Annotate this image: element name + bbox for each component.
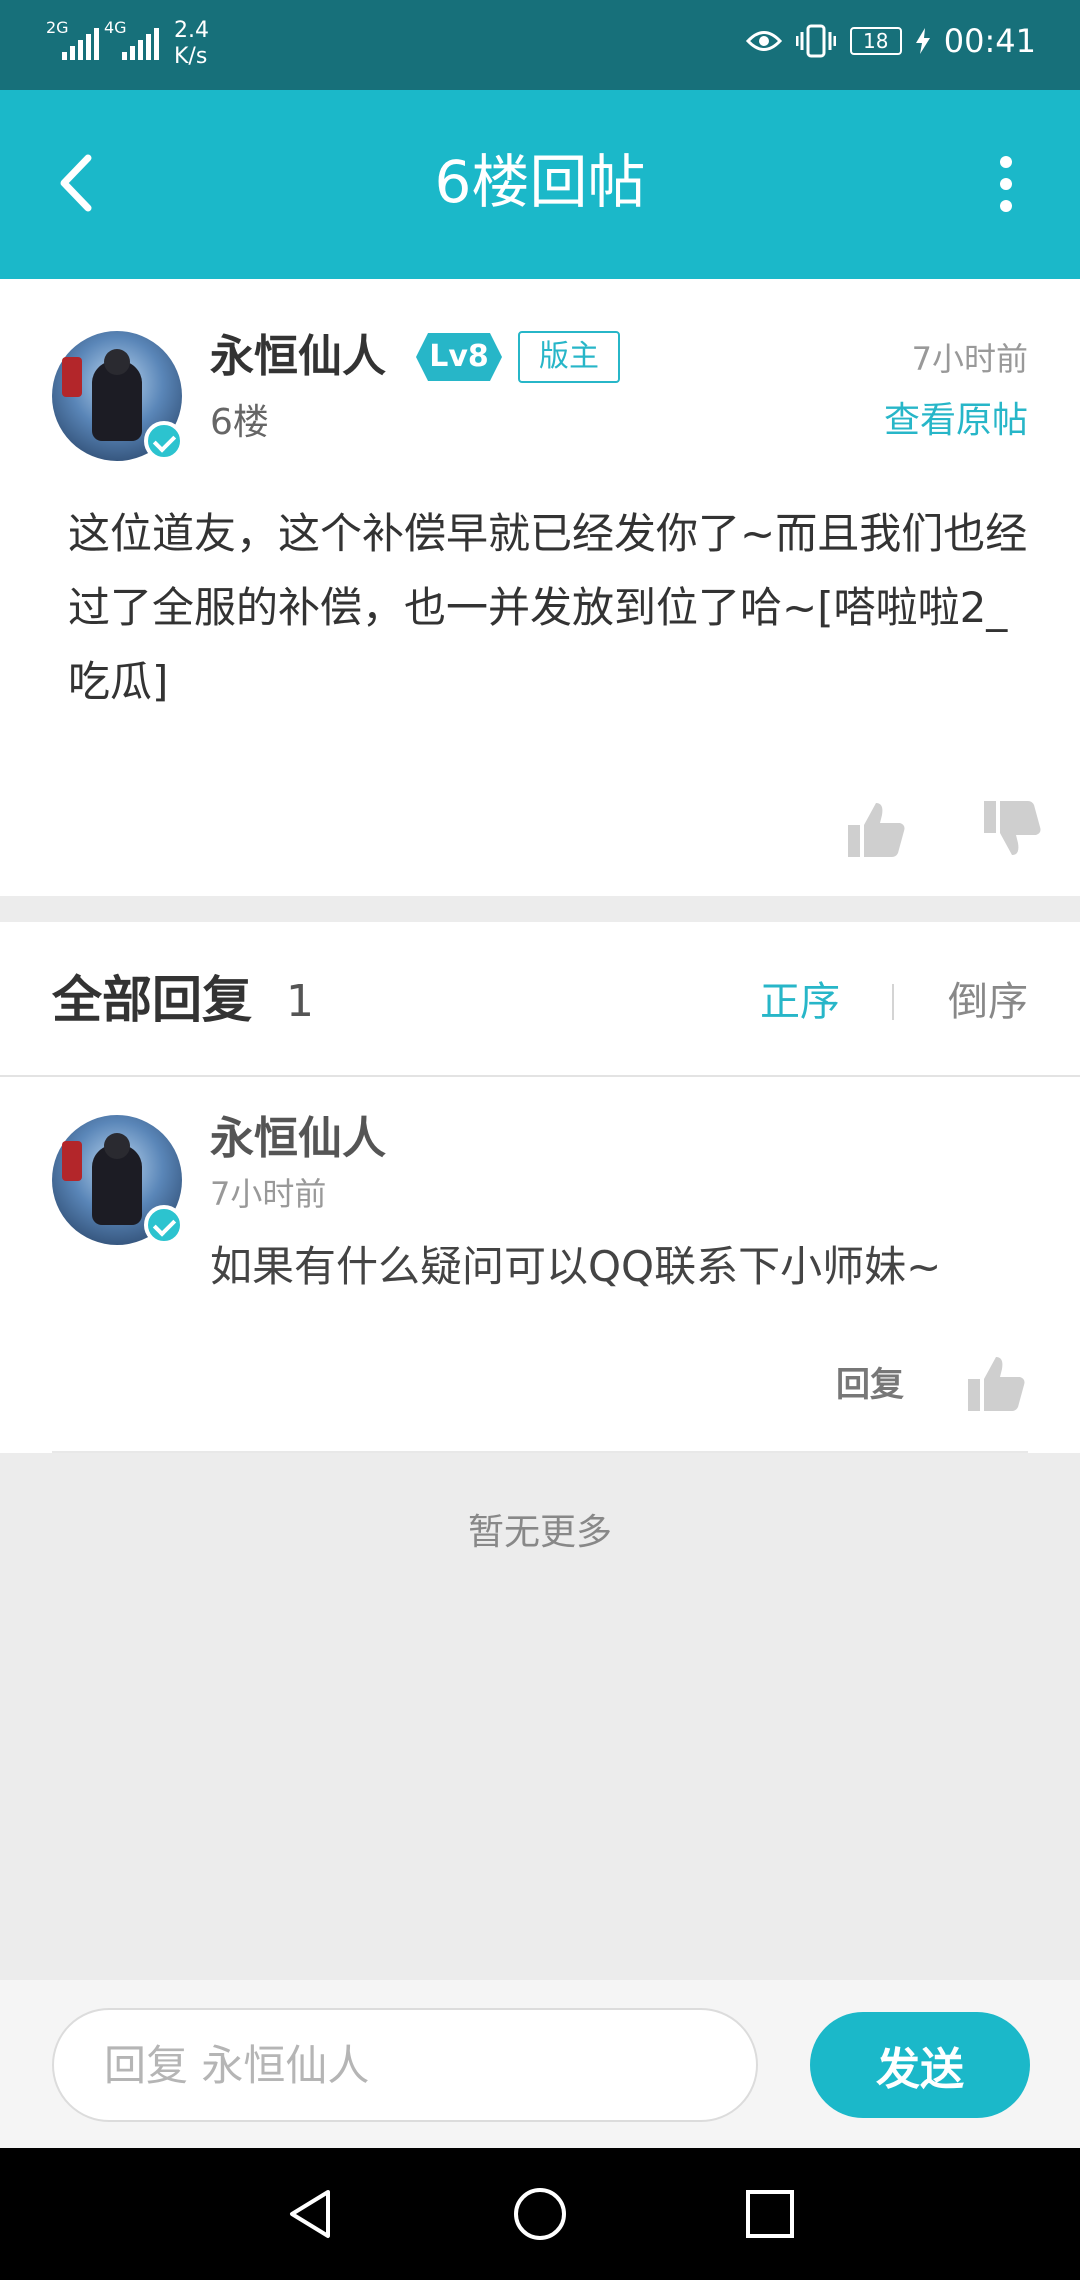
thumbs-up-icon[interactable] <box>846 799 906 859</box>
eye-icon <box>745 31 782 51</box>
app-bar: 6楼回帖 <box>0 90 1080 279</box>
sort-descending-tab[interactable]: 倒序 <box>948 974 1028 1030</box>
network-speed: 2.4 K/s <box>174 18 209 69</box>
verified-badge-icon <box>144 1205 184 1245</box>
nav-home-icon[interactable] <box>510 2184 570 2244</box>
send-button[interactable]: 发送 <box>810 2012 1030 2118</box>
view-original-link[interactable]: 查看原帖 <box>884 397 1028 445</box>
page-title: 6楼回帖 <box>434 148 646 216</box>
reply-button[interactable]: 回复 <box>836 1361 904 1409</box>
reply-input[interactable] <box>52 2008 758 2122</box>
sort-divider <box>892 984 894 1020</box>
system-nav-bar <box>0 2148 1080 2280</box>
avatar-seal <box>62 1141 82 1181</box>
nav-recents-icon[interactable] <box>740 2184 800 2244</box>
avatar-head <box>104 349 130 375</box>
charging-icon <box>915 28 930 54</box>
reply-time: 7小时前 <box>210 1175 327 1213</box>
post-card: 永恒仙人 Lv8 版主 6楼 7小时前 查看原帖 这位道友，这个补偿早就已经发你… <box>0 279 1080 896</box>
sort-ascending-tab[interactable]: 正序 <box>760 974 840 1030</box>
floor-label: 6楼 <box>210 402 269 443</box>
vibrate-icon <box>795 24 836 58</box>
reply-item: 永恒仙人 7小时前 如果有什么疑问可以QQ联系下小师妹~ 回复 <box>0 1077 1080 1453</box>
reply-input-bar: 发送 <box>0 1980 1080 2148</box>
role-badge: 版主 <box>518 331 620 383</box>
level-badge: Lv8 <box>416 333 502 381</box>
avatar-seal <box>62 357 82 397</box>
verified-badge-icon <box>144 421 184 461</box>
avatar[interactable] <box>52 331 184 461</box>
signal-icon-2 <box>122 26 159 60</box>
more-vertical-icon[interactable] <box>998 156 1014 212</box>
post-time: 7小时前 <box>911 340 1028 378</box>
post-username[interactable]: 永恒仙人 <box>210 329 386 385</box>
divider <box>52 1451 1028 1453</box>
nav-back-icon[interactable] <box>280 2184 340 2244</box>
status-bar: 2G 4G 2.4 K/s 18 00:41 <box>0 0 1080 90</box>
replies-header: 全部回复 1 正序 倒序 <box>0 922 1080 1077</box>
status-right: 18 00:41 <box>745 22 1036 60</box>
clock: 00:41 <box>943 22 1036 60</box>
signal-icon <box>62 26 99 60</box>
reply-avatar[interactable] <box>52 1115 184 1245</box>
avatar-head <box>104 1133 130 1159</box>
reply-username[interactable]: 永恒仙人 <box>210 1111 386 1167</box>
reply-thumbs-up-icon[interactable] <box>966 1353 1026 1413</box>
replies-count: 1 <box>286 976 314 1027</box>
replies-title: 全部回复 <box>52 971 252 1029</box>
thumbs-down-icon[interactable] <box>982 799 1042 859</box>
battery-icon: 18 <box>849 27 902 55</box>
reply-text: 如果有什么疑问可以QQ联系下小师妹~ <box>210 1242 942 1291</box>
post-content: 这位道友，这个补偿早就已经发你了~而且我们也经过了全服的补偿，也一并发放到位了哈… <box>68 509 1028 706</box>
no-more-label: 暂无更多 <box>467 1512 612 1553</box>
